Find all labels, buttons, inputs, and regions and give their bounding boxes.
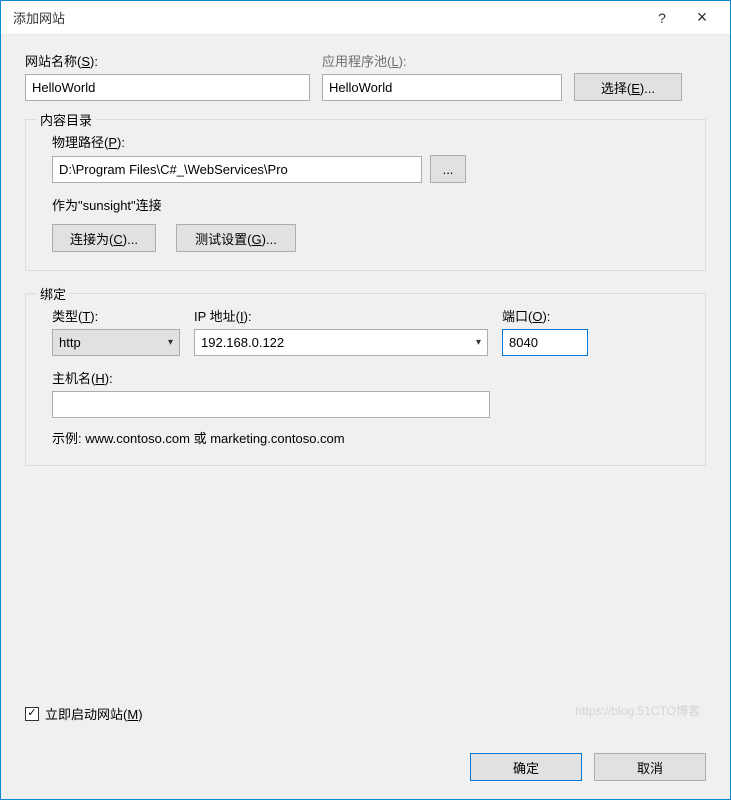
select-app-pool-button[interactable]: 选择(E)...	[574, 73, 682, 101]
start-now-checkbox[interactable]: ✓	[25, 707, 39, 721]
port-input[interactable]	[502, 329, 588, 356]
type-value: http	[59, 335, 81, 350]
app-pool-input	[322, 74, 562, 101]
phys-path-label: 物理路径(P):	[52, 132, 689, 151]
dialog-footer: 确定 取消	[1, 739, 730, 799]
site-name-input[interactable]	[25, 74, 310, 101]
dialog-window: 添加网站 ? × 网站名称(S): 应用程序池(L): 选择(E)... 内容目…	[0, 0, 731, 800]
browse-button[interactable]: ...	[430, 155, 466, 183]
type-label: 类型(T):	[52, 306, 180, 325]
chevron-down-icon: ▾	[168, 337, 173, 348]
content-dir-group: 内容目录 物理路径(P): ... 作为"sunsight"连接 连接为(C).…	[25, 119, 706, 271]
titlebar: 添加网站 ? ×	[1, 1, 730, 35]
window-title: 添加网站	[13, 8, 642, 27]
host-example: 示例: www.contoso.com 或 marketing.contoso.…	[52, 428, 689, 447]
type-select[interactable]: http ▾	[52, 329, 180, 356]
ip-label: IP 地址(I):	[194, 306, 488, 325]
test-settings-button[interactable]: 测试设置(G)...	[176, 224, 296, 252]
cancel-button[interactable]: 取消	[594, 753, 706, 781]
chevron-down-icon: ▾	[476, 337, 481, 348]
ip-value: 192.168.0.122	[201, 335, 284, 350]
connect-as-text: 作为"sunsight"连接	[52, 195, 689, 214]
ok-button[interactable]: 确定	[470, 753, 582, 781]
content-dir-title: 内容目录	[36, 110, 96, 129]
start-now-label: 立即启动网站(M)	[45, 704, 143, 723]
ip-select[interactable]: 192.168.0.122 ▾	[194, 329, 488, 356]
close-button[interactable]: ×	[682, 5, 722, 31]
binding-title: 绑定	[36, 284, 70, 303]
start-now-row: ✓ 立即启动网站(M)	[25, 684, 706, 723]
dialog-body: 网站名称(S): 应用程序池(L): 选择(E)... 内容目录 物理路径(P)…	[1, 35, 730, 739]
port-label: 端口(O):	[502, 306, 588, 325]
phys-path-input[interactable]	[52, 156, 422, 183]
host-label: 主机名(H):	[52, 368, 490, 387]
connect-as-button[interactable]: 连接为(C)...	[52, 224, 156, 252]
site-name-label: 网站名称(S):	[25, 51, 310, 70]
app-pool-label: 应用程序池(L):	[322, 51, 562, 70]
binding-group: 绑定 类型(T): http ▾ IP 地址(I): 192.168.0.122	[25, 293, 706, 466]
host-input[interactable]	[52, 391, 490, 418]
top-row: 网站名称(S): 应用程序池(L): 选择(E)...	[25, 51, 706, 101]
help-button[interactable]: ?	[642, 5, 682, 31]
